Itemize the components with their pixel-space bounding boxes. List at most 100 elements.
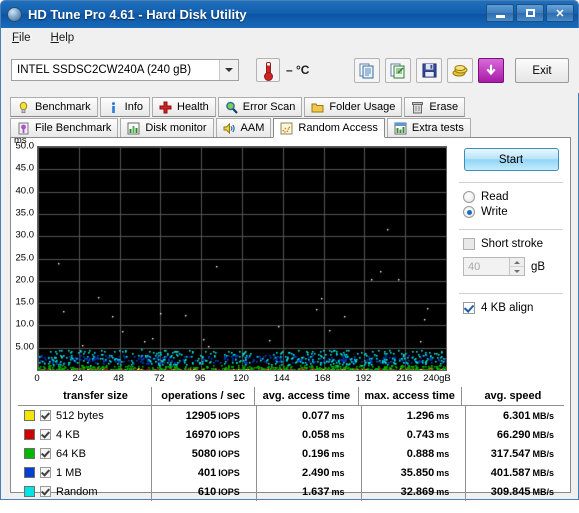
- series-color-swatch: [18, 429, 40, 440]
- spinner-up-button[interactable]: [509, 258, 524, 266]
- checkbox-short-stroke[interactable]: Short stroke: [463, 238, 565, 250]
- tab-disk-monitor-label: Disk monitor: [145, 122, 207, 134]
- radio-read-indicator: [463, 191, 475, 203]
- tab-disk-monitor[interactable]: Disk monitor: [120, 118, 214, 138]
- row-avg-speed: 401.587 MB/s: [490, 466, 554, 479]
- tab-aam[interactable]: AAM: [215, 118, 272, 138]
- divider: [459, 293, 563, 294]
- row-avg-speed: 6.301 MB/s: [502, 409, 554, 422]
- random-access-panel: ms 5.00 10.0 15.0 20.0 25.0 30.0 35.0 40.0 45.0 5…: [10, 135, 571, 501]
- access-time-graph: ms 5.00 10.0 15.0 20.0 25.0 30.0 35.0 40.0 45.0 5…: [14, 135, 451, 384]
- x-axis-tick: 144: [273, 373, 290, 384]
- tab-error-scan[interactable]: Error Scan: [217, 97, 303, 117]
- row-checkbox[interactable]: [40, 448, 51, 459]
- row-transfer-size-label: 4 KB: [56, 428, 80, 441]
- table-row: Random 610 IOPS 1.637 ms 32.869 ms 309.845 MB/s: [18, 482, 564, 501]
- row-checkbox[interactable]: [40, 486, 51, 497]
- chevron-down-icon[interactable]: [219, 60, 238, 80]
- radio-write-label: Write: [481, 206, 508, 218]
- header-max-access-time: max. access time: [359, 386, 462, 406]
- grid-chart-icon: [394, 122, 407, 135]
- row-checkbox[interactable]: [40, 467, 51, 478]
- y-axis-tick: 5.00: [15, 341, 35, 353]
- tab-info[interactable]: Info: [99, 97, 150, 117]
- x-axis: 0 24 48 72 96 120 144 168 192 216 240gB: [34, 373, 450, 387]
- row-operations-sec: 12905 IOPS: [152, 406, 257, 425]
- thermometer-icon[interactable]: [256, 58, 280, 82]
- temperature-readout: – °C: [286, 63, 310, 77]
- window-title: HD Tune Pro 4.61 - Hard Disk Utility: [28, 7, 247, 22]
- results-table: transfer size operations / sec avg. acce…: [18, 386, 564, 501]
- download-icon[interactable]: [478, 58, 504, 83]
- tab-extra-tests-label: Extra tests: [411, 122, 464, 134]
- radio-read[interactable]: Read: [463, 191, 565, 203]
- menu-file[interactable]: FFileile: [2, 30, 41, 46]
- magnifier-icon: [225, 101, 238, 114]
- x-axis-tick: 48: [113, 373, 124, 384]
- tab-aam-label: AAM: [240, 122, 265, 134]
- row-transfer-size: 1 MB: [40, 463, 152, 482]
- y-axis-tick: 15.0: [15, 296, 35, 308]
- start-button[interactable]: Start: [463, 148, 559, 171]
- menu-help[interactable]: Help: [41, 30, 85, 46]
- x-axis-tick: 96: [194, 373, 206, 384]
- tab-benchmark[interactable]: Benchmark: [10, 97, 98, 117]
- short-stroke-input[interactable]: 40: [463, 257, 525, 276]
- close-button[interactable]: ✕: [546, 4, 574, 22]
- copy-excel-icon[interactable]: [385, 58, 411, 83]
- save-icon[interactable]: [416, 58, 442, 83]
- tab-file-benchmark-label: File Benchmark: [35, 122, 112, 134]
- tab-extra-tests[interactable]: Extra tests: [386, 118, 471, 138]
- row-max-access-time: 32.869 ms: [362, 482, 467, 501]
- toolbar-buttons: [354, 58, 504, 83]
- tab-folder-usage[interactable]: Folder Usage: [304, 97, 403, 117]
- tab-info-label: Info: [124, 101, 143, 113]
- info-icon: [107, 101, 120, 114]
- radio-write[interactable]: Write: [463, 206, 565, 218]
- tab-random-access[interactable]: Random Access: [273, 118, 385, 138]
- x-axis-tick: 24: [72, 373, 84, 384]
- toolbar: INTEL SSDSC2CW240A (240 gB) – °C Exit: [2, 48, 579, 93]
- drive-select[interactable]: INTEL SSDSC2CW240A (240 gB): [11, 59, 239, 81]
- row-max-access-time: 0.743 ms: [362, 425, 467, 444]
- x-axis-tick: 168: [314, 373, 331, 384]
- x-axis-tick: 192: [355, 373, 372, 384]
- hd-tune-window: HD Tune Pro 4.61 - Hard Disk Utility ✕ F…: [0, 0, 579, 501]
- row-operations-sec: 610 IOPS: [152, 482, 257, 501]
- tab-health[interactable]: Health: [152, 97, 216, 117]
- exit-button[interactable]: Exit: [515, 58, 569, 83]
- row-checkbox[interactable]: [40, 410, 51, 421]
- tab-folder-usage-label: Folder Usage: [329, 101, 396, 113]
- checkbox-short-stroke-indicator: [463, 238, 475, 250]
- copy-icon[interactable]: [354, 58, 380, 83]
- row-checkbox[interactable]: [40, 429, 51, 440]
- trash-icon: [411, 101, 424, 114]
- row-operations-sec: 401 IOPS: [152, 463, 257, 482]
- checkbox-4kb-align[interactable]: 4 KB align: [463, 302, 565, 314]
- header-operations-sec: operations / sec: [152, 386, 256, 406]
- short-stroke-unit-label: gB: [531, 260, 546, 273]
- row-max-access-time: 35.850 ms: [362, 463, 467, 482]
- maximize-button[interactable]: [516, 4, 544, 22]
- folder-icon: [311, 101, 324, 114]
- x-axis-tick: 72: [154, 373, 165, 384]
- minimize-button[interactable]: [486, 4, 514, 22]
- tab-erase-label: Erase: [429, 101, 459, 113]
- speaker-icon: [223, 122, 236, 135]
- row-avg-speed: 309.845 MB/s: [490, 485, 554, 498]
- tab-error-health-label: Health: [177, 101, 209, 113]
- row-transfer-size-label: Random: [56, 485, 98, 498]
- row-transfer-size-label: 512 bytes: [56, 409, 104, 422]
- tab-row-primary: Benchmark Info Health Error Scan Folder …: [10, 97, 467, 117]
- plot-area: [37, 146, 447, 371]
- header-avg-speed: avg. speed: [484, 390, 542, 402]
- window-controls: ✕: [486, 4, 574, 22]
- spinner-down-button[interactable]: [509, 266, 524, 275]
- menu-bar: FFileile Help: [2, 28, 579, 48]
- coins-icon[interactable]: [447, 58, 473, 83]
- bar-chart-icon: [127, 122, 140, 135]
- tab-erase[interactable]: Erase: [404, 97, 466, 117]
- table-row: 4 KB 16970 IOPS 0.058 ms 0.743 ms 66.290 MB/s: [18, 425, 564, 444]
- x-axis-tick: 120: [233, 373, 249, 384]
- row-avg-access-time: 0.196 ms: [257, 444, 362, 463]
